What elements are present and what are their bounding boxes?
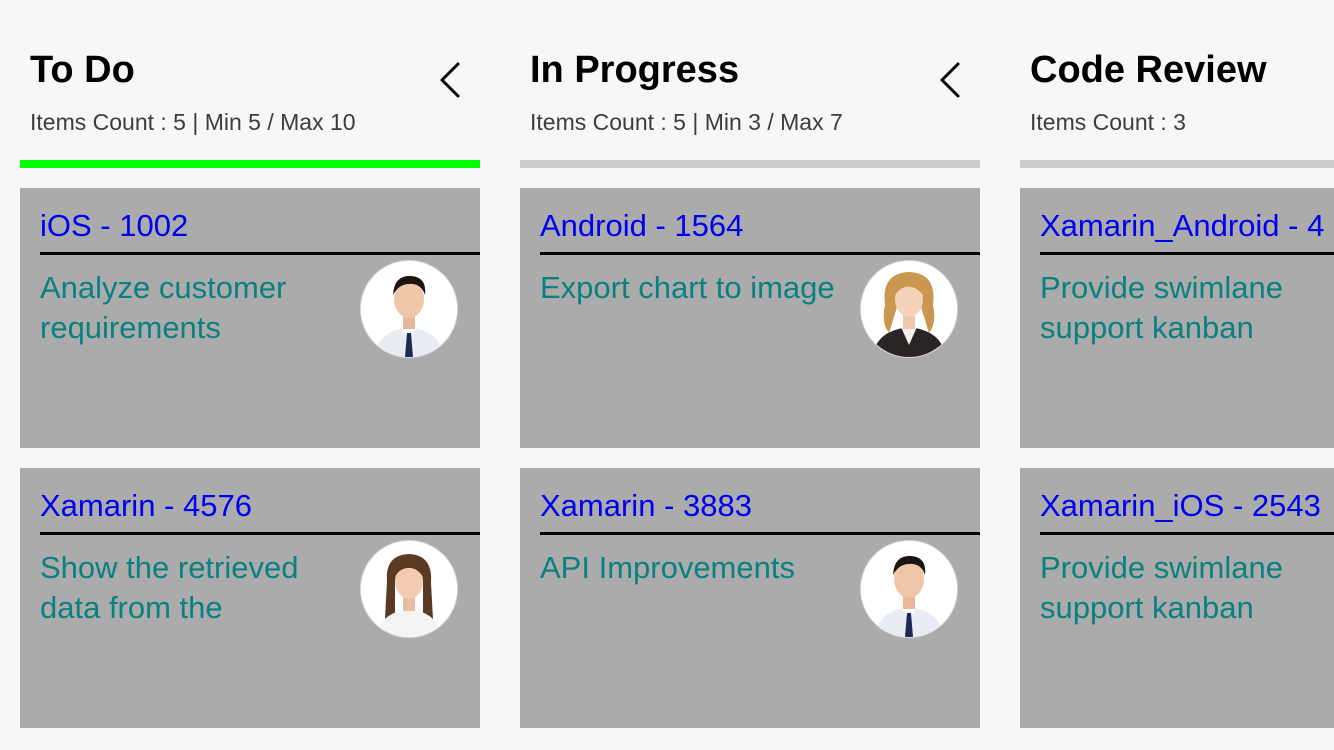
card-description: Export chart to image	[540, 270, 835, 305]
card-description: Analyze customer requirements	[40, 270, 287, 345]
column-header[interactable]: Code Review Items Count : 3	[1030, 0, 1334, 150]
card-divider	[540, 252, 980, 255]
card-divider	[1040, 252, 1334, 255]
collapse-button[interactable]	[930, 56, 970, 104]
column-to-do: To Do Items Count : 5 | Min 5 / Max 10 i…	[20, 0, 480, 750]
card-title: Xamarin - 4576	[40, 488, 252, 523]
card-title: Xamarin - 3883	[540, 488, 752, 523]
man-avatar	[360, 260, 458, 358]
blonde-woman-avatar	[860, 260, 958, 358]
column-header[interactable]: To Do Items Count : 5 | Min 5 / Max 10	[30, 0, 480, 150]
wip-limit-bar	[520, 160, 980, 168]
wip-limit-bar	[1020, 160, 1334, 168]
chevron-left-icon	[440, 62, 460, 98]
items-count: Items Count : 5 | Min 3 / Max 7	[530, 109, 843, 135]
card-title: Xamarin_iOS - 2543	[1040, 488, 1321, 523]
kanban-card[interactable]: Xamarin_Android - 4 Provide swimlane sup…	[1020, 188, 1334, 448]
column-title: In Progress	[530, 49, 740, 91]
card-description: Provide swimlane support kanban	[1040, 270, 1283, 345]
column-header[interactable]: In Progress Items Count : 5 | Min 3 / Ma…	[530, 0, 980, 150]
card-divider	[540, 532, 980, 535]
column-title: To Do	[30, 49, 135, 91]
kanban-board: To Do Items Count : 5 | Min 5 / Max 10 i…	[0, 0, 1334, 750]
kanban-card[interactable]: Android - 1564 Export chart to image	[520, 188, 980, 448]
column-title: Code Review	[1030, 49, 1267, 91]
card-title: Xamarin_Android - 4	[1040, 208, 1325, 243]
woman-avatar	[360, 540, 458, 638]
collapse-button[interactable]	[430, 56, 470, 104]
card-divider	[40, 532, 480, 535]
items-count: Items Count : 5 | Min 5 / Max 10	[30, 109, 356, 135]
card-title: Android - 1564	[540, 208, 744, 243]
wip-limit-bar	[20, 160, 480, 168]
kanban-card[interactable]: Xamarin - 3883 API Improvements	[520, 468, 980, 728]
kanban-card[interactable]: iOS - 1002 Analyze customer requirements	[20, 188, 480, 448]
chevron-left-icon	[940, 62, 960, 98]
card-description: Provide swimlane support kanban	[1040, 550, 1283, 625]
card-title: iOS - 1002	[40, 208, 189, 243]
kanban-card[interactable]: Xamarin_iOS - 2543 Provide swimlane supp…	[1020, 468, 1334, 728]
card-divider	[40, 252, 480, 255]
column-in-progress: In Progress Items Count : 5 | Min 3 / Ma…	[520, 0, 980, 750]
items-count: Items Count : 3	[1030, 109, 1186, 135]
column-code-review: Code Review Items Count : 3 Xamarin_Andr…	[1020, 0, 1334, 750]
kanban-card[interactable]: Xamarin - 4576 Show the retrieved data f…	[20, 468, 480, 728]
man-avatar	[860, 540, 958, 638]
card-description: Show the retrieved data from the	[40, 550, 299, 625]
card-description: API Improvements	[540, 550, 795, 585]
card-divider	[1040, 532, 1334, 535]
